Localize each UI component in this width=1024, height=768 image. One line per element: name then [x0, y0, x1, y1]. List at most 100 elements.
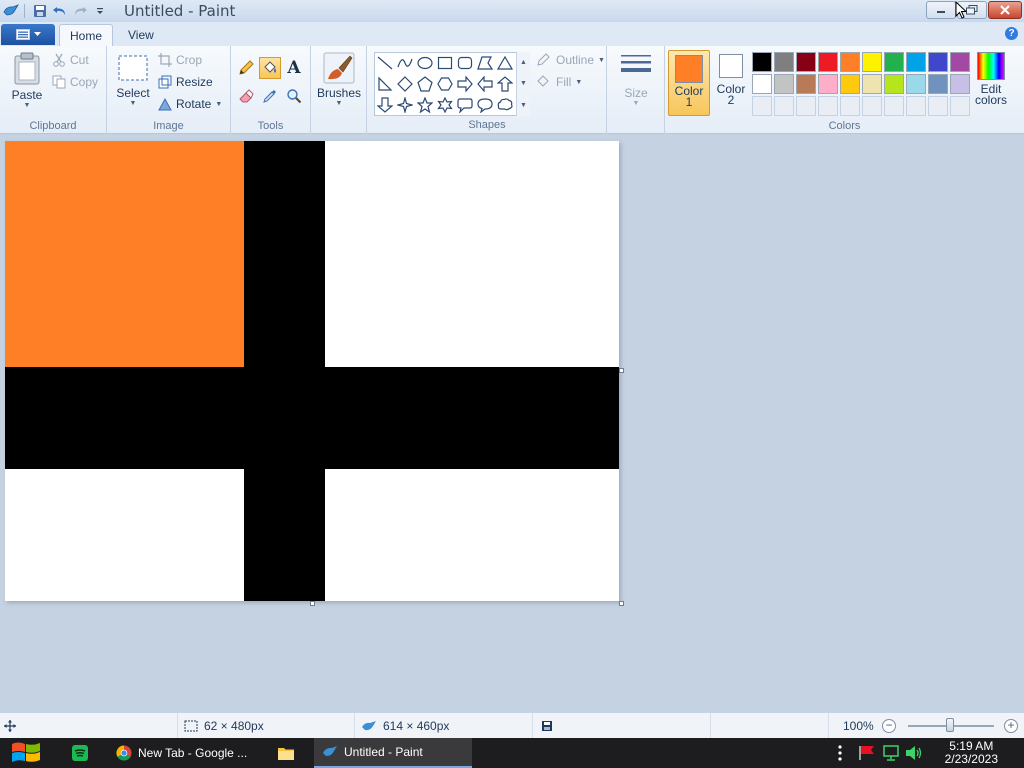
- palette-color-swatch[interactable]: [928, 74, 948, 94]
- down-arrow-shape[interactable]: [375, 95, 395, 115]
- chrome-taskbar-button[interactable]: New Tab - Google ...: [108, 738, 266, 768]
- start-button[interactable]: [0, 738, 48, 768]
- paste-button[interactable]: Paste ▼: [6, 52, 48, 109]
- four-point-star-shape[interactable]: [395, 95, 415, 115]
- edit-colors-button[interactable]: Edit colors: [974, 52, 1008, 106]
- paint-app-icon[interactable]: [2, 2, 20, 20]
- custom-color-slot[interactable]: [950, 96, 970, 116]
- custom-color-slot[interactable]: [774, 96, 794, 116]
- custom-color-slot[interactable]: [752, 96, 772, 116]
- copy-button[interactable]: Copy: [52, 75, 98, 89]
- palette-color-swatch[interactable]: [884, 52, 904, 72]
- palette-color-swatch[interactable]: [796, 52, 816, 72]
- palette-color-swatch[interactable]: [862, 52, 882, 72]
- custom-color-slot[interactable]: [840, 96, 860, 116]
- custom-color-slot[interactable]: [796, 96, 816, 116]
- palette-color-swatch[interactable]: [774, 52, 794, 72]
- shapes-gallery-scroll[interactable]: ▲ ▼ ▼: [516, 52, 530, 116]
- zoom-slider-thumb[interactable]: [946, 718, 954, 732]
- line-shape[interactable]: [375, 53, 395, 73]
- text-tool[interactable]: A: [283, 57, 305, 79]
- select-button[interactable]: Select ▼: [115, 54, 151, 107]
- palette-color-swatch[interactable]: [862, 74, 882, 94]
- diamond-shape[interactable]: [395, 74, 415, 94]
- expand-gallery-icon[interactable]: ▼: [520, 102, 527, 109]
- spotify-taskbar-button[interactable]: [64, 738, 100, 768]
- palette-color-swatch[interactable]: [752, 52, 772, 72]
- up-arrow-shape[interactable]: [495, 74, 515, 94]
- curve-shape[interactable]: [395, 53, 415, 73]
- scroll-down-icon[interactable]: ▼: [520, 80, 527, 87]
- network-icon[interactable]: [882, 745, 900, 764]
- magnifier-tool[interactable]: [283, 85, 305, 107]
- left-arrow-shape[interactable]: [475, 74, 495, 94]
- rectangle-shape[interactable]: [435, 53, 455, 73]
- color-picker-tool[interactable]: [259, 85, 281, 107]
- fill-button[interactable]: Fill ▼: [536, 75, 582, 89]
- color2-button[interactable]: Color 2: [714, 54, 748, 116]
- color1-button[interactable]: Color 1: [668, 50, 710, 116]
- customize-qat-icon[interactable]: [91, 2, 109, 20]
- save-icon[interactable]: [31, 2, 49, 20]
- brushes-button[interactable]: Brushes ▼: [317, 52, 361, 107]
- paint-taskbar-button[interactable]: Untitled - Paint: [314, 738, 472, 768]
- cut-button[interactable]: Cut: [52, 53, 89, 67]
- cloud-callout-shape[interactable]: [495, 95, 515, 115]
- size-button[interactable]: Size ▼: [617, 52, 655, 107]
- action-center-flag-icon[interactable]: [858, 745, 876, 764]
- palette-color-swatch[interactable]: [752, 74, 772, 94]
- oval-callout-shape[interactable]: [475, 95, 495, 115]
- outline-button[interactable]: Outline ▼: [536, 53, 605, 67]
- pencil-tool[interactable]: [235, 57, 257, 79]
- fill-with-color-tool[interactable]: [259, 57, 281, 79]
- palette-color-swatch[interactable]: [950, 52, 970, 72]
- palette-color-swatch[interactable]: [818, 74, 838, 94]
- oval-shape[interactable]: [415, 53, 435, 73]
- paint-menu-button[interactable]: [1, 24, 55, 45]
- resize-handle-bottom[interactable]: [310, 601, 315, 606]
- rounded-callout-shape[interactable]: [455, 95, 475, 115]
- polygon-shape[interactable]: [475, 53, 495, 73]
- resize-handle-corner[interactable]: [619, 601, 624, 606]
- overflow-menu-icon[interactable]: [838, 745, 844, 764]
- tab-view[interactable]: View: [118, 24, 164, 46]
- palette-color-swatch[interactable]: [884, 74, 904, 94]
- six-point-star-shape[interactable]: [435, 95, 455, 115]
- pentagon-shape[interactable]: [415, 74, 435, 94]
- close-button[interactable]: [988, 1, 1022, 19]
- drawing-canvas[interactable]: [5, 141, 619, 601]
- palette-color-swatch[interactable]: [796, 74, 816, 94]
- help-icon[interactable]: ?: [1005, 27, 1018, 40]
- tab-home[interactable]: Home: [59, 24, 114, 46]
- volume-icon[interactable]: [905, 745, 923, 764]
- palette-color-swatch[interactable]: [818, 52, 838, 72]
- palette-color-swatch[interactable]: [906, 52, 926, 72]
- crop-button[interactable]: Crop: [158, 53, 202, 67]
- system-clock[interactable]: 5:19 AM 2/23/2023: [945, 740, 998, 766]
- right-triangle-shape[interactable]: [375, 74, 395, 94]
- palette-color-swatch[interactable]: [840, 52, 860, 72]
- rotate-button[interactable]: Rotate ▼: [158, 97, 222, 111]
- eraser-tool[interactable]: [235, 85, 257, 107]
- five-point-star-shape[interactable]: [415, 95, 435, 115]
- zoom-in-button[interactable]: +: [1004, 719, 1018, 733]
- rounded-rectangle-shape[interactable]: [455, 53, 475, 73]
- scroll-up-icon[interactable]: ▲: [520, 59, 527, 66]
- right-arrow-shape[interactable]: [455, 74, 475, 94]
- palette-color-swatch[interactable]: [928, 52, 948, 72]
- undo-icon[interactable]: [51, 2, 69, 20]
- palette-color-swatch[interactable]: [774, 74, 794, 94]
- custom-color-slot[interactable]: [862, 96, 882, 116]
- custom-color-slot[interactable]: [818, 96, 838, 116]
- resize-button[interactable]: Resize: [158, 75, 213, 89]
- palette-color-swatch[interactable]: [950, 74, 970, 94]
- triangle-shape[interactable]: [495, 53, 515, 73]
- redo-icon[interactable]: [71, 2, 89, 20]
- minimize-button[interactable]: [926, 1, 956, 19]
- custom-color-slot[interactable]: [884, 96, 904, 116]
- resize-handle-right[interactable]: [619, 368, 624, 373]
- palette-color-swatch[interactable]: [840, 74, 860, 94]
- file-explorer-taskbar-button[interactable]: [270, 738, 310, 768]
- zoom-out-button[interactable]: −: [882, 719, 896, 733]
- hexagon-shape[interactable]: [435, 74, 455, 94]
